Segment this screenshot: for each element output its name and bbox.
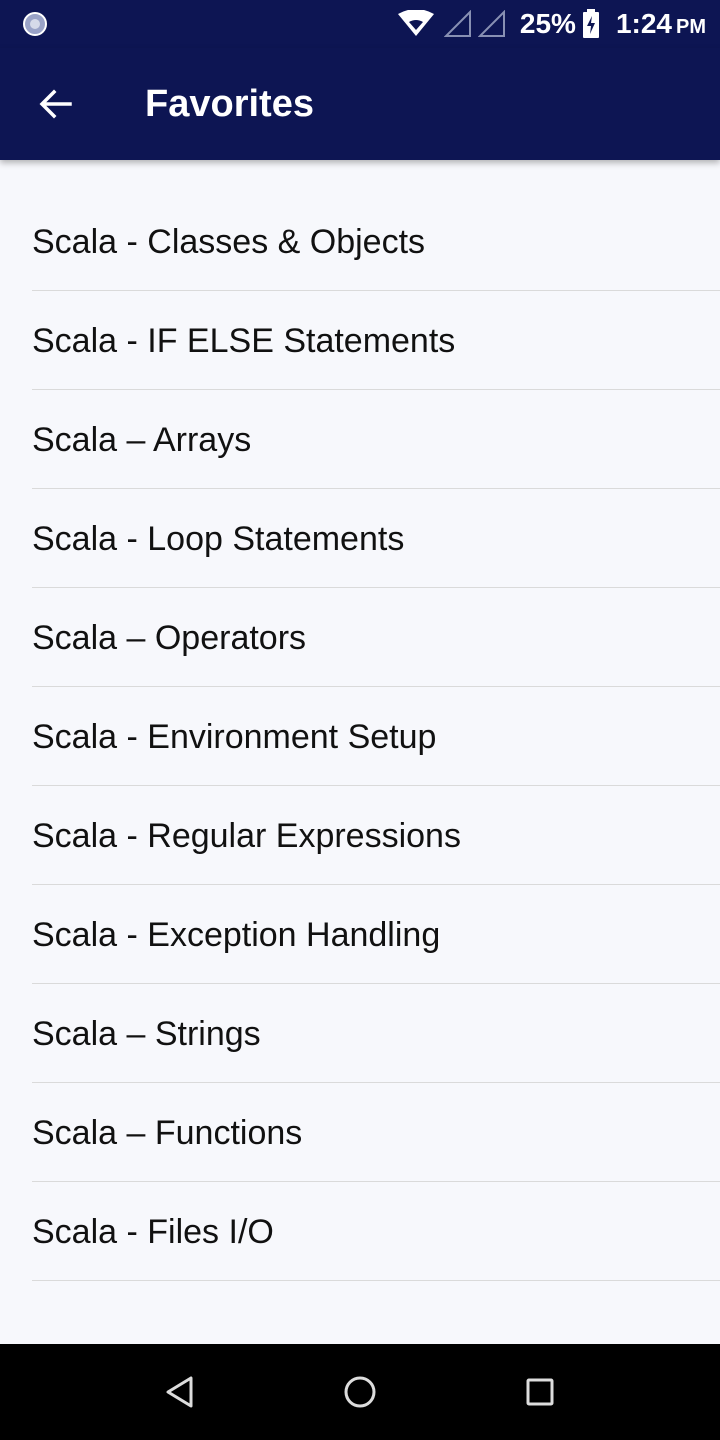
- status-bar: 25% 1:24 PM: [0, 0, 720, 48]
- status-clock: 1:24: [615, 8, 672, 39]
- nav-back-button[interactable]: [156, 1368, 204, 1416]
- list-item-label: Scala - Regular Expressions: [32, 817, 461, 855]
- list-item[interactable]: Scala - Files I/O: [0, 1182, 720, 1281]
- list-item-label: Scala - Exception Handling: [32, 916, 441, 954]
- notification-icon: [23, 12, 47, 36]
- list-item-label: Scala – Operators: [32, 619, 307, 657]
- app-bar: Favorites: [0, 48, 720, 160]
- signal-icon-secondary: [477, 10, 505, 37]
- system-nav-bar: [0, 1344, 720, 1440]
- list-item-label: Scala – Arrays: [32, 421, 252, 459]
- nav-back-icon: [166, 1376, 193, 1408]
- list-item-label: Scala – Strings: [32, 1015, 261, 1053]
- nav-recents-button[interactable]: [516, 1368, 564, 1416]
- battery-percentage: 25%: [519, 8, 576, 39]
- list-item[interactable]: Scala - Exception Handling: [0, 885, 720, 984]
- arrow-back-icon: [39, 89, 72, 119]
- list-item[interactable]: Scala - IF ELSE Statements: [0, 291, 720, 390]
- nav-recents-icon: [526, 1378, 554, 1406]
- list-item[interactable]: Scala – Functions: [0, 1083, 720, 1182]
- signal-icon: [443, 10, 471, 37]
- list-item[interactable]: Scala - Regular Expressions: [0, 786, 720, 885]
- battery-charging-icon: [582, 9, 599, 38]
- nav-home-icon: [344, 1376, 376, 1408]
- list-item-label: Scala – Functions: [32, 1114, 303, 1152]
- nav-home-button[interactable]: [336, 1368, 384, 1416]
- list-item-label: Scala - Files I/O: [32, 1213, 274, 1251]
- list-item[interactable]: Scala - Loop Statements: [0, 489, 720, 588]
- list-item-label: Scala - Environment Setup: [32, 718, 437, 756]
- list-item-label: Scala - IF ELSE Statements: [32, 322, 456, 360]
- wifi-icon: [397, 10, 434, 36]
- list-divider: [32, 1280, 720, 1281]
- list-item[interactable]: Scala – Strings: [0, 984, 720, 1083]
- list-item-label: Scala - Loop Statements: [32, 520, 405, 558]
- favorites-list: Scala - Classes & Objects Scala - IF ELS…: [0, 192, 720, 1281]
- page-title: Favorites: [145, 83, 314, 125]
- list-item-label: Scala - Classes & Objects: [32, 223, 426, 261]
- list-item[interactable]: Scala – Arrays: [0, 390, 720, 489]
- status-clock-ampm: PM: [676, 15, 706, 38]
- list-item[interactable]: Scala - Environment Setup: [0, 687, 720, 786]
- list-item[interactable]: Scala – Operators: [0, 588, 720, 687]
- back-button[interactable]: [24, 72, 88, 136]
- status-right: 25% 1:24 PM: [397, 0, 706, 48]
- list-item[interactable]: Scala - Classes & Objects: [0, 192, 720, 291]
